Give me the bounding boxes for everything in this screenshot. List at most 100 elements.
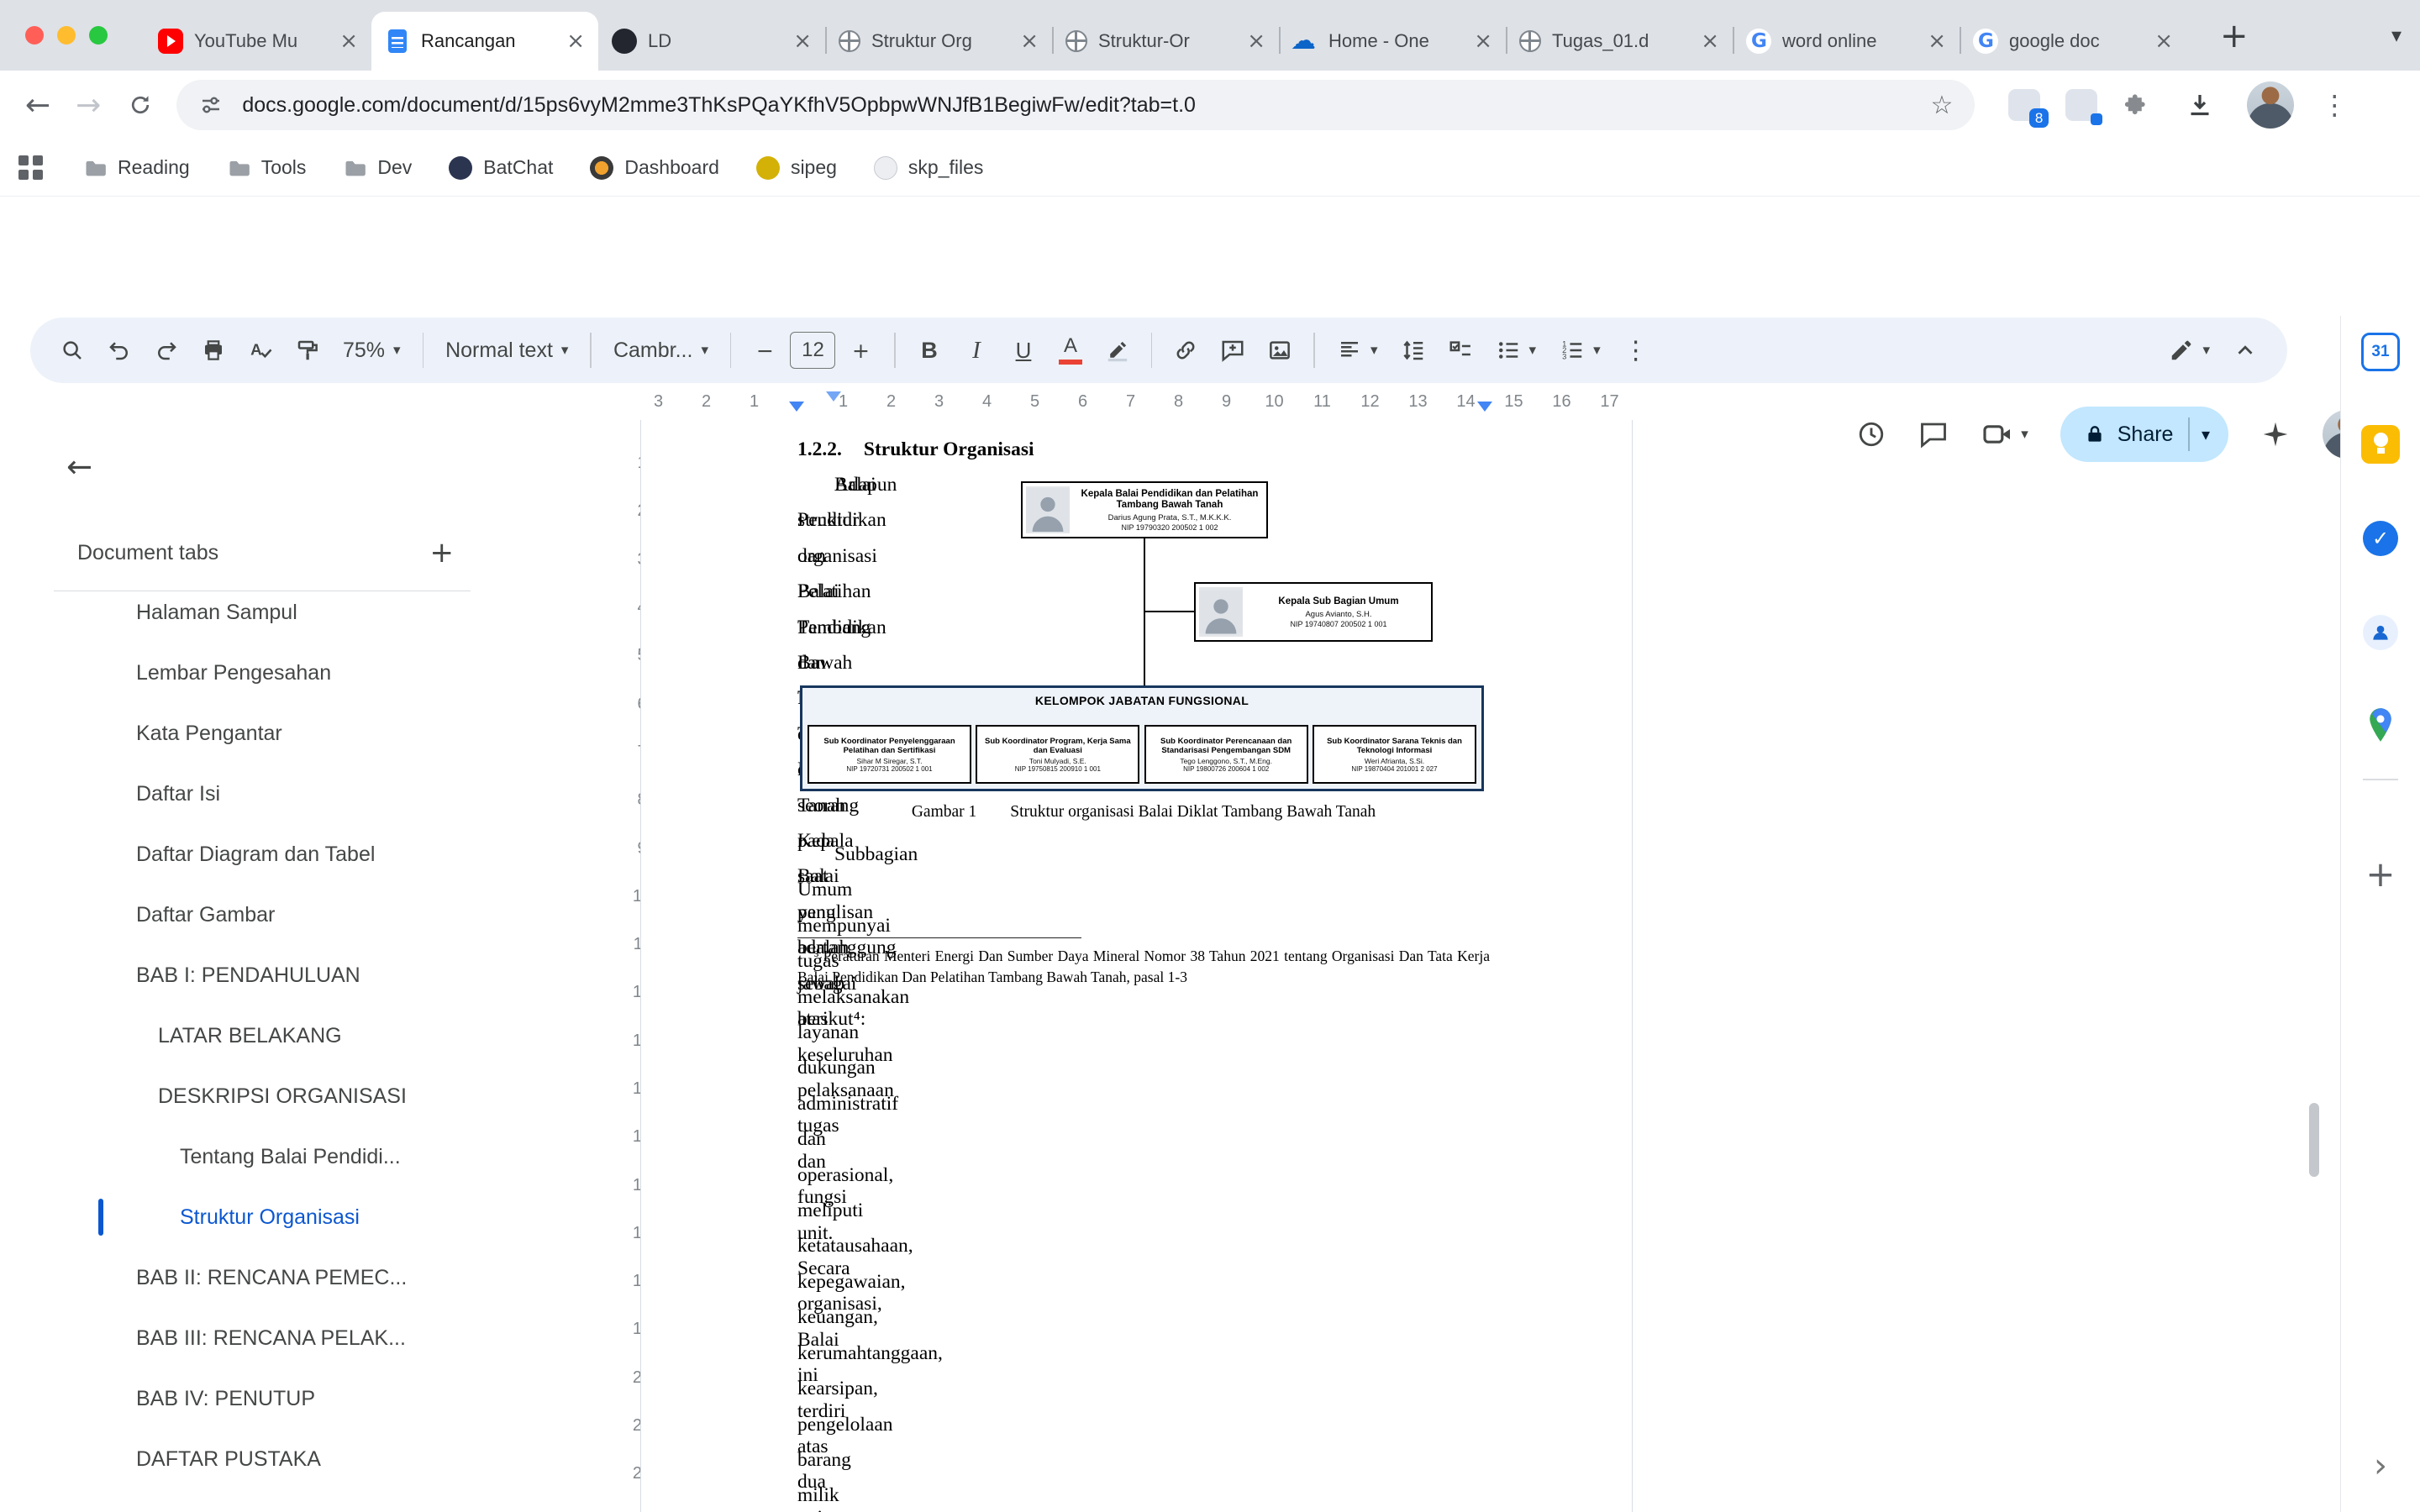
browser-tab[interactable]: Struktur-Or × <box>1052 12 1279 71</box>
search-menus-button[interactable] <box>50 328 94 373</box>
italic-button[interactable]: I <box>955 328 998 373</box>
undo-button[interactable] <box>97 328 141 373</box>
tab-close-icon[interactable]: × <box>793 29 812 54</box>
redo-button[interactable] <box>145 328 188 373</box>
reload-button[interactable] <box>128 92 153 118</box>
tab-close-icon[interactable]: × <box>2154 29 2173 54</box>
editing-mode-button[interactable]: ▾ <box>2159 328 2220 373</box>
numbered-list-button[interactable]: 123 ▾ <box>1549 328 1611 373</box>
browser-tab[interactable]: Home - One × <box>1279 12 1506 71</box>
document-tab-item[interactable]: Daftar Diagram dan Tabel <box>0 824 625 885</box>
version-history-icon[interactable] <box>1856 419 1886 449</box>
section-heading[interactable]: 1.2.2. Struktur Organisasi <box>797 432 1490 467</box>
tab-close-icon[interactable]: × <box>1701 29 1719 54</box>
url-text[interactable]: docs.google.com/document/d/15ps6vyM2mme3… <box>242 93 1930 118</box>
bold-button[interactable]: B <box>908 328 951 373</box>
document-tab-item[interactable]: BAB I: PENDAHULUAN <box>0 945 625 1005</box>
profile-avatar[interactable] <box>2247 81 2294 129</box>
document-tab-item[interactable]: Lembar Pengesahan <box>0 643 625 703</box>
tab-close-icon[interactable]: × <box>1474 29 1492 54</box>
bulleted-list-button[interactable]: ▾ <box>1486 328 1547 373</box>
org-chart-figure[interactable]: Kepala Balai Pendidikan dan Pelatihan Ta… <box>797 477 1487 796</box>
document-tab-item[interactable]: LATAR BELAKANG <box>0 1005 625 1066</box>
document-page[interactable]: 1.2.2. Struktur Organisasi Balai Pendidi… <box>640 420 1633 1512</box>
browser-tab[interactable]: LD × <box>598 12 825 71</box>
decrease-font-size-button[interactable]: − <box>743 328 786 373</box>
horizontal-ruler[interactable]: 321 1234567891011121314151617 <box>640 388 1633 420</box>
figure-caption[interactable]: Gambar 1 Struktur organisasi Balai Dikla… <box>797 803 1490 822</box>
comments-icon[interactable] <box>1918 419 1949 449</box>
bookmark-item[interactable]: Dev <box>343 156 412 180</box>
spellcheck-button[interactable]: A <box>239 328 282 373</box>
tab-search-chevron-icon[interactable]: ▾ <box>2391 24 2402 47</box>
insert-image-button[interactable] <box>1258 328 1302 373</box>
back-button[interactable]: ← <box>25 88 50 123</box>
document-tab-item[interactable]: BAB II: RENCANA PEMEC... <box>0 1247 625 1308</box>
document-tab-item[interactable]: Daftar Gambar <box>0 885 625 945</box>
more-options-button[interactable]: ⋮ <box>1614 328 1658 373</box>
browser-tab[interactable]: Struktur Org × <box>825 12 1052 71</box>
tab-close-icon[interactable]: × <box>339 29 358 54</box>
downloads-icon[interactable] <box>2185 90 2215 120</box>
footnote-text[interactable]: ³ Peraturan Menteri Energi Dan Sumber Da… <box>797 946 1490 987</box>
extension-icon[interactable] <box>2065 89 2097 121</box>
document-tab-item[interactable]: DAFTAR PUSTAKA <box>0 1429 625 1489</box>
align-button[interactable]: ▾ <box>1327 328 1388 373</box>
add-document-tab-icon[interactable]: + <box>430 536 455 570</box>
highlight-color-button[interactable] <box>1096 328 1139 373</box>
browser-menu-icon[interactable]: ⋮ <box>2321 89 2348 121</box>
url-bar[interactable]: docs.google.com/document/d/15ps6vyM2mme3… <box>176 80 1975 130</box>
font-select[interactable]: Cambr... ▾ <box>603 328 718 373</box>
site-info-icon[interactable] <box>198 92 224 118</box>
bookmark-item[interactable]: skp_files <box>874 156 983 180</box>
tab-close-icon[interactable]: × <box>1020 29 1039 54</box>
bookmark-item[interactable]: Tools <box>227 156 307 180</box>
increase-font-size-button[interactable]: + <box>839 328 882 373</box>
tab-close-icon[interactable]: × <box>566 29 585 54</box>
zoom-select[interactable]: 75% ▾ <box>333 328 411 373</box>
browser-tab[interactable]: word online × <box>1733 12 1960 71</box>
share-button[interactable]: Share ▾ <box>2060 407 2228 462</box>
checklist-button[interactable] <box>1439 328 1482 373</box>
document-tab-item[interactable]: BAB III: RENCANA PELAK... <box>0 1308 625 1368</box>
bookmark-item[interactable]: Reading <box>83 156 190 180</box>
extensions-puzzle-icon[interactable] <box>2123 92 2148 118</box>
close-window-button[interactable] <box>25 26 44 45</box>
print-button[interactable] <box>192 328 235 373</box>
insert-link-button[interactable] <box>1164 328 1207 373</box>
minimize-window-button[interactable] <box>57 26 76 45</box>
collapse-toolbar-button[interactable] <box>2223 328 2267 373</box>
document-tab-item[interactable]: DESKRIPSI ORGANISASI <box>0 1066 625 1126</box>
add-addon-button[interactable]: + <box>2365 853 2395 895</box>
gemini-sparkle-icon[interactable] <box>2260 419 2291 449</box>
text-color-button[interactable]: A <box>1049 328 1092 373</box>
calendar-icon[interactable]: 31 <box>2361 333 2400 371</box>
contacts-icon[interactable] <box>2361 613 2400 652</box>
apps-grid-icon[interactable] <box>18 155 43 180</box>
extension-icon[interactable]: 8 <box>2008 89 2040 121</box>
styles-select[interactable]: Normal text ▾ <box>435 328 578 373</box>
expand-panel-chevron-icon[interactable]: › <box>2374 1446 2387 1485</box>
bookmark-item[interactable]: sipeg <box>756 156 837 180</box>
bookmark-item[interactable]: BatChat <box>449 156 553 180</box>
vertical-scrollbar[interactable] <box>2309 1103 2319 1177</box>
document-tab-item[interactable]: Kata Pengantar <box>0 703 625 764</box>
keep-icon[interactable] <box>2361 425 2400 464</box>
bookmark-star-icon[interactable]: ☆ <box>1930 91 1953 120</box>
forward-button[interactable]: → <box>76 88 101 123</box>
document-tab-item[interactable]: Struktur Organisasi <box>0 1187 625 1247</box>
bookmark-item[interactable]: Dashboard <box>590 156 719 180</box>
document-tab-item[interactable]: Halaman Sampul <box>0 582 625 643</box>
font-size-input[interactable]: 12 <box>790 332 835 369</box>
line-spacing-button[interactable] <box>1392 328 1435 373</box>
document-tab-item[interactable]: Tentang Balai Pendidi... <box>0 1126 625 1187</box>
browser-tab[interactable]: Tugas_01.d × <box>1506 12 1733 71</box>
paint-format-button[interactable] <box>286 328 329 373</box>
new-tab-button[interactable]: + <box>2220 17 2249 55</box>
add-comment-button[interactable] <box>1211 328 1255 373</box>
tasks-icon[interactable]: ✓ <box>2361 519 2400 558</box>
maps-icon[interactable] <box>2361 706 2400 744</box>
meet-video-button[interactable]: ▾ <box>1981 417 2028 451</box>
fullscreen-window-button[interactable] <box>89 26 108 45</box>
document-tab-item[interactable]: Daftar Isi <box>0 764 625 824</box>
